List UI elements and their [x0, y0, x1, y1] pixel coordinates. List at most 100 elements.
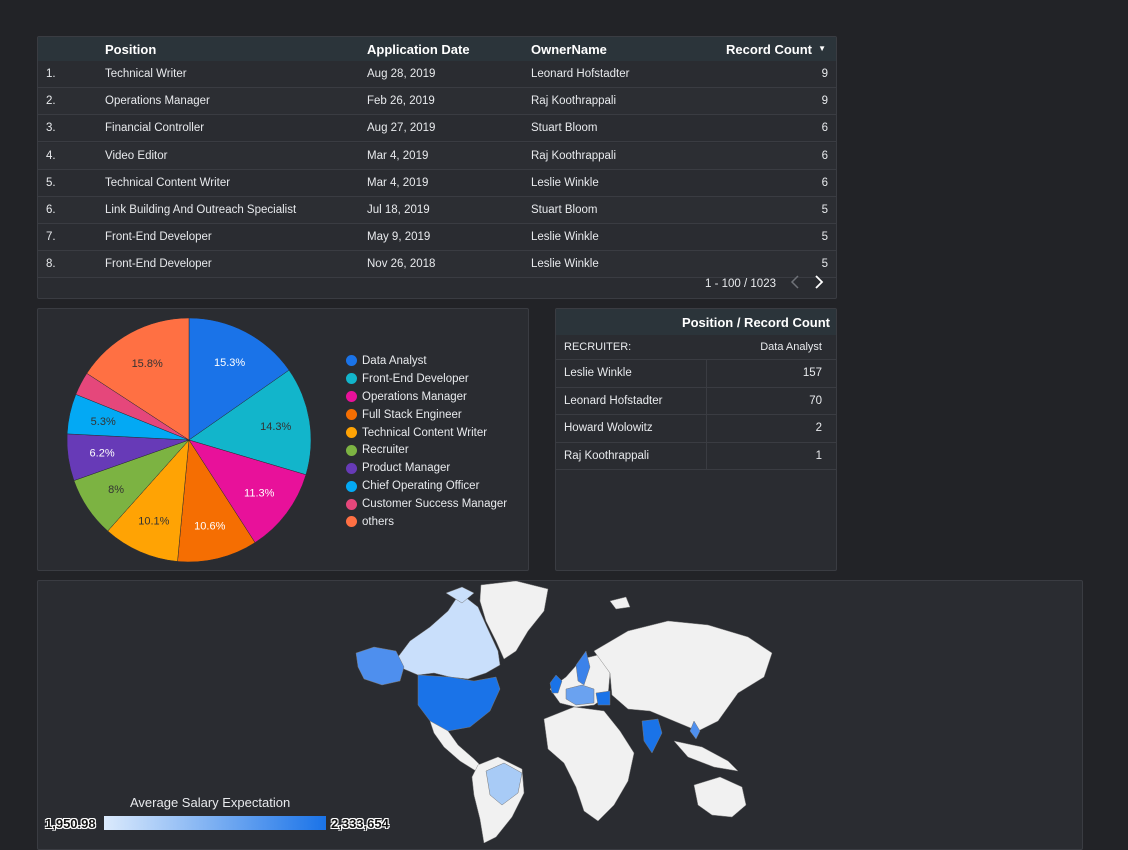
pie-slice-label: 14.3% — [260, 421, 291, 433]
table-row[interactable]: 2. Operations Manager Feb 26, 2019 Raj Koot… — [38, 88, 836, 116]
header-owner-name[interactable]: OwnerName — [531, 42, 607, 57]
cell-record-count: 5 — [821, 258, 828, 271]
map-africa — [543, 706, 635, 822]
map-legend-min: 1,950.98 — [45, 816, 96, 831]
legend-item[interactable]: Customer Success Manager — [346, 495, 507, 513]
chevron-left-icon[interactable] — [790, 275, 800, 292]
pie-slice-label: 10.1% — [138, 516, 169, 528]
cell-position: Video Editor — [105, 149, 168, 162]
chevron-right-icon[interactable] — [814, 275, 824, 292]
cell-application-date: May 9, 2019 — [367, 231, 431, 244]
legend-swatch — [346, 373, 357, 385]
legend-swatch — [346, 391, 357, 403]
legend-label: Full Stack Engineer — [362, 408, 462, 421]
header-application-date[interactable]: Application Date — [367, 42, 470, 57]
legend-swatch — [346, 355, 357, 367]
geo-map-panel: Average Salary Expectation 1,950.98 2,33… — [37, 580, 1083, 850]
legend-swatch — [346, 480, 357, 492]
cell-position: Link Building And Outreach Specialist — [105, 204, 297, 216]
cell-application-date: Aug 28, 2019 — [367, 68, 436, 80]
legend-swatch — [346, 409, 357, 421]
pie-slice-label: 5.3% — [91, 416, 116, 428]
pivot-table: Position / Record Count RECRUITER: Data … — [555, 308, 837, 571]
cell-owner-name: Stuart Bloom — [531, 122, 598, 135]
pivot-value: 157 — [802, 367, 822, 379]
row-index: 8. — [46, 258, 56, 271]
header-record-count[interactable]: Record Count — [726, 42, 812, 57]
legend-item[interactable]: Product Manager — [346, 459, 507, 477]
legend-swatch — [346, 444, 357, 456]
pivot-recruiter-name: Leslie Winkle — [564, 367, 632, 379]
cell-position: Technical Writer — [105, 68, 187, 80]
legend-item[interactable]: Data Analyst — [346, 352, 507, 370]
legend-item[interactable]: Chief Operating Officer — [346, 477, 507, 495]
cell-position: Front-End Developer — [105, 231, 212, 244]
pivot-value: 2 — [815, 422, 822, 434]
table-row[interactable]: 7. Front-End Developer May 9, 2019 Leslie W… — [38, 224, 836, 252]
data-table: Position Application Date OwnerName Reco… — [37, 36, 837, 299]
table-row[interactable]: 5. Technical Content Writer Mar 4, 2019 Les… — [38, 170, 836, 197]
legend-swatch — [346, 462, 357, 474]
legend-item[interactable]: Front-End Developer — [346, 370, 507, 388]
legend-item[interactable]: Technical Content Writer — [346, 424, 507, 442]
legend-label: Chief Operating Officer — [362, 480, 480, 493]
pie-chart-panel: 15.3% 14.3% 11.3% 10.6% 10.1% 8% 6.2% 5.3% 15.8%… — [37, 308, 529, 571]
pivot-recruiter-name: Howard Wolowitz — [564, 422, 653, 434]
pivot-row: Raj Koothrappali 1 — [556, 443, 836, 470]
legend-label: Front-End Developer — [362, 372, 469, 385]
cell-record-count: 6 — [821, 122, 828, 135]
row-index: 2. — [46, 95, 56, 108]
legend-swatch — [346, 498, 357, 510]
pie-slice-label: 10.6% — [194, 520, 225, 532]
legend-label: Recruiter — [362, 444, 409, 457]
pivot-row-header: RECRUITER: — [564, 341, 632, 353]
legend-item[interactable]: Recruiter — [346, 441, 507, 459]
pagination-range: 1 - 100 / 1023 — [705, 277, 776, 290]
legend-label: Product Manager — [362, 462, 451, 475]
pivot-title: Position / Record Count — [556, 309, 836, 335]
cell-position: Financial Controller — [105, 122, 205, 135]
map-asia — [593, 620, 773, 732]
legend-item[interactable]: others — [346, 513, 507, 531]
map-alaska — [355, 646, 405, 686]
row-index: 1. — [46, 68, 56, 80]
cell-application-date: Nov 26, 2018 — [367, 258, 436, 271]
pie-slice-label: 15.8% — [132, 358, 163, 370]
pivot-title-text: Position / Record Count — [681, 315, 830, 330]
map-southeast-asia — [673, 740, 739, 772]
legend-label: others — [362, 515, 394, 528]
cell-application-date: Mar 4, 2019 — [367, 149, 429, 162]
pivot-recruiter-name: Leonard Hofstadter — [564, 394, 663, 407]
legend-swatch — [346, 427, 357, 438]
cell-owner-name: Raj Koothrappali — [531, 95, 617, 108]
row-index: 7. — [46, 231, 56, 244]
cell-record-count: 9 — [821, 95, 828, 108]
pie-legend: Data Analyst Front-End Developer Operation… — [346, 352, 507, 531]
legend-label: Customer Success Manager — [362, 498, 508, 511]
cell-record-count: 6 — [821, 176, 828, 189]
table-row[interactable]: 3. Financial Controller Aug 27, 2019 Stuart… — [38, 115, 836, 143]
cell-owner-name: Stuart Bloom — [531, 204, 598, 216]
map-legend-gradient — [104, 816, 326, 830]
table-row[interactable]: 1. Technical Writer Aug 28, 2019 Leonard Ho… — [38, 61, 836, 88]
header-position[interactable]: Position — [105, 42, 156, 57]
pivot-row: Leslie Winkle 157 — [556, 360, 836, 388]
map-ukraine — [595, 690, 611, 706]
pie-slice-label: 8% — [108, 484, 124, 496]
legend-item[interactable]: Operations Manager — [346, 388, 507, 406]
caret-down-icon[interactable]: ▼ — [818, 44, 826, 53]
cell-owner-name: Leslie Winkle — [531, 258, 599, 271]
pie-slice-label: 6.2% — [90, 448, 115, 460]
legend-item[interactable]: Full Stack Engineer — [346, 406, 507, 424]
pivot-row: Leonard Hofstadter 70 — [556, 388, 836, 415]
table-row[interactable]: 6. Link Building And Outreach Specialist J… — [38, 197, 836, 224]
pivot-row: Howard Wolowitz 2 — [556, 415, 836, 443]
pivot-value: 70 — [809, 394, 822, 407]
table-row[interactable]: 4. Video Editor Mar 4, 2019 Raj Koothrappal… — [38, 142, 836, 170]
row-index: 5. — [46, 176, 56, 189]
cell-position: Front-End Developer — [105, 258, 212, 271]
legend-label: Operations Manager — [362, 390, 467, 403]
pivot-value: 1 — [815, 449, 822, 462]
map-india — [641, 718, 663, 754]
pivot-header: RECRUITER: Data Analyst — [556, 335, 836, 360]
